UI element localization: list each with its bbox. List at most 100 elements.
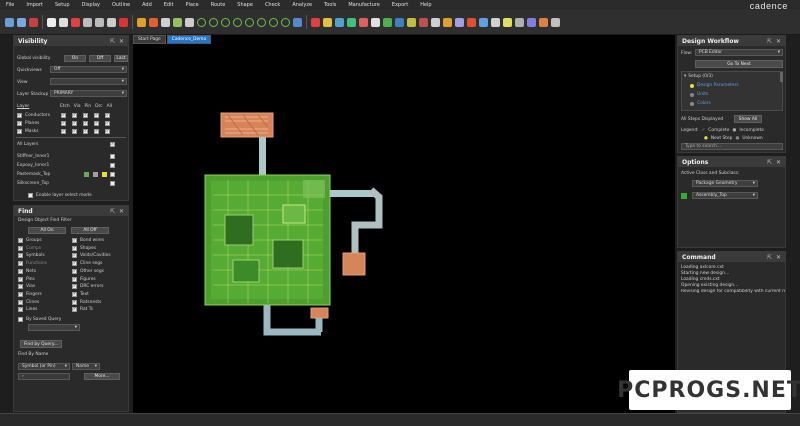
find-filter-checkbox[interactable] (72, 268, 77, 274)
workflow-scrollbar[interactable] (780, 72, 783, 82)
visibility-on-button[interactable]: On (64, 55, 86, 62)
float-icon[interactable]: ⇱ (110, 38, 115, 45)
zoom-fit-icon[interactable] (209, 17, 218, 27)
silkscreen-checkbox[interactable] (110, 181, 115, 186)
slide-icon[interactable] (149, 17, 158, 27)
layer-icon[interactable] (395, 17, 404, 27)
find-filter-item[interactable]: Figures (72, 276, 96, 282)
menu-analyze[interactable]: Analyze (286, 2, 318, 8)
menu-file[interactable]: File (0, 2, 20, 8)
bga-component[interactable] (272, 239, 304, 269)
close-icon[interactable]: ✕ (119, 208, 124, 215)
find-filter-item[interactable]: Nets (18, 268, 36, 274)
add-connect-icon[interactable] (137, 17, 146, 27)
masks-checkbox[interactable] (17, 129, 22, 134)
menu-add[interactable]: Add (136, 2, 158, 8)
float-icon[interactable]: ⇱ (767, 254, 772, 261)
menu-route[interactable]: Route (205, 2, 232, 8)
fanout-icon[interactable] (173, 17, 182, 27)
ic-component[interactable] (232, 259, 260, 283)
menu-manufacture[interactable]: Manufacture (342, 2, 385, 8)
find-more-button[interactable]: More... (84, 373, 120, 380)
find-filter-checkbox[interactable] (18, 276, 23, 282)
zoom-out-icon[interactable] (233, 17, 242, 27)
layer-stackup-select[interactable]: PRIMARY ▾ (50, 90, 127, 97)
menu-check[interactable]: Check (259, 2, 286, 8)
checkbox[interactable] (105, 113, 110, 118)
manufacture-icon[interactable] (527, 17, 536, 27)
menu-export[interactable]: Export (386, 2, 414, 8)
float-icon[interactable]: ⇱ (767, 159, 772, 166)
workflow-search-input[interactable]: Type to search... (681, 143, 783, 150)
step-units[interactable]: Units (690, 92, 708, 97)
checkbox[interactable] (83, 113, 88, 118)
properties-icon[interactable] (479, 17, 488, 27)
shape-merge-icon[interactable] (347, 17, 356, 27)
flow-select[interactable]: PCB Editor ▾ (695, 49, 783, 56)
find-filter-checkbox[interactable] (72, 245, 77, 251)
menu-display[interactable]: Display (76, 2, 106, 8)
menu-setup[interactable]: Setup (49, 2, 76, 8)
expoxy-checkbox[interactable] (110, 163, 115, 168)
close-icon[interactable]: ✕ (776, 159, 781, 166)
find-filter-item[interactable]: Pins (18, 276, 35, 282)
find-filter-checkbox[interactable] (18, 307, 23, 313)
visibility-last-button[interactable]: Last (114, 55, 128, 62)
shape-icon[interactable] (311, 17, 320, 27)
checkbox[interactable] (94, 129, 99, 134)
copy-icon[interactable] (59, 17, 68, 27)
find-filter-checkbox[interactable] (18, 245, 23, 251)
find-filter-item[interactable]: Groups (18, 238, 42, 243)
pastemask-checkbox[interactable] (110, 172, 115, 177)
checkbox[interactable] (61, 121, 66, 126)
dehighlight-icon[interactable] (431, 17, 440, 27)
close-icon[interactable]: ✕ (776, 254, 781, 261)
tab-start-page[interactable]: Start Page (133, 35, 166, 44)
find-by-query-button[interactable]: Find by Query... (20, 340, 62, 348)
find-filter-checkbox[interactable] (18, 284, 23, 290)
find-filter-checkbox[interactable] (72, 276, 77, 282)
find-filter-item[interactable]: Symbols (18, 253, 45, 259)
find-filter-checkbox[interactable] (18, 291, 23, 297)
find-filter-checkbox[interactable] (72, 261, 77, 267)
measure-icon[interactable] (443, 17, 452, 27)
saved-query-checkbox[interactable] (18, 317, 23, 322)
pin-icon[interactable] (107, 17, 116, 27)
view-select[interactable]: ▾ (50, 78, 127, 85)
find-filter-checkbox[interactable] (72, 299, 77, 305)
grid-icon[interactable] (197, 17, 206, 27)
find-filter-item[interactable]: DRC errors (72, 284, 104, 290)
class-select[interactable]: Package Geometry ▾ (692, 180, 758, 187)
flex-tail-right-bend[interactable] (351, 187, 383, 260)
pcb-board-view[interactable] (133, 35, 675, 413)
show-element-icon[interactable] (455, 17, 464, 27)
find-filter-checkbox[interactable] (18, 299, 23, 305)
stiffner-checkbox[interactable] (110, 154, 115, 159)
menu-place[interactable]: Place (179, 2, 204, 8)
new-icon[interactable] (29, 17, 38, 27)
zoom-in-icon[interactable] (221, 17, 230, 27)
subclass-color-swatch[interactable] (681, 193, 687, 199)
menu-edit[interactable]: Edit (158, 2, 180, 8)
go-to-next-button[interactable]: Go To Next (695, 60, 783, 68)
zoom-world-icon[interactable] (245, 17, 254, 27)
pastemask-color-swatch[interactable] (93, 172, 98, 177)
flex-connector-right[interactable] (342, 252, 366, 276)
shape-fill-icon[interactable] (359, 17, 368, 27)
checkbox[interactable] (83, 121, 88, 126)
checkbox[interactable] (83, 129, 88, 134)
highlight-icon[interactable] (419, 17, 428, 27)
find-filter-item[interactable]: Rat Ts (72, 307, 93, 313)
bga-component[interactable] (224, 214, 254, 246)
menu-outline[interactable]: Outline (106, 2, 136, 8)
help-icon[interactable] (551, 17, 560, 27)
find-filter-checkbox[interactable] (18, 268, 23, 274)
flex-tail-top[interactable] (259, 137, 266, 175)
flex-tail-right[interactable] (330, 190, 375, 197)
checkbox[interactable] (105, 129, 110, 134)
planes-checkbox[interactable] (17, 121, 22, 126)
menu-tools[interactable]: Tools (318, 2, 342, 8)
find-filter-item[interactable]: Text (72, 291, 89, 297)
route-icon[interactable] (161, 17, 170, 27)
subclass-select[interactable]: Assembly_Top ▾ (692, 192, 758, 199)
